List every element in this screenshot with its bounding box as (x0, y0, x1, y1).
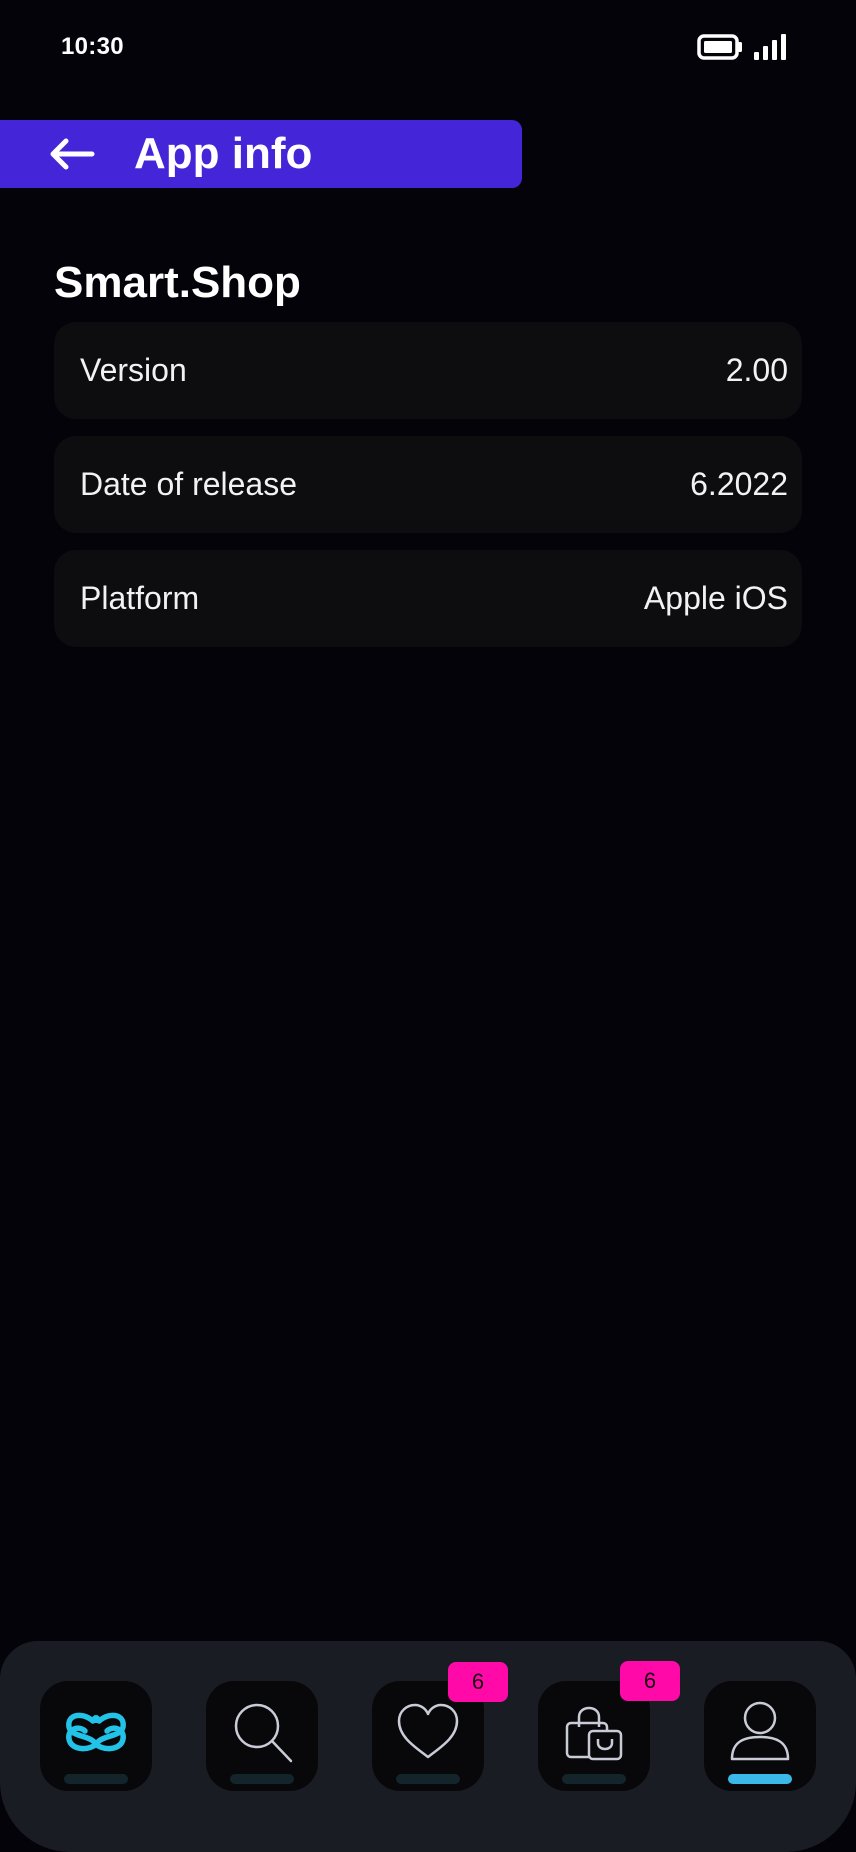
nav-indicator (64, 1774, 128, 1784)
nav-item-profile[interactable] (704, 1681, 816, 1791)
info-label: Version (80, 352, 187, 388)
nav-indicator (562, 1774, 626, 1784)
status-bar: 10:30 (0, 0, 856, 96)
info-label: Date of release (80, 466, 298, 502)
nav-indicator-active (728, 1774, 792, 1784)
brand-logo-icon (66, 1712, 126, 1752)
info-list: Version 2.00 Date of release 6.2022 Plat… (54, 322, 802, 664)
info-value: 2.00 (725, 352, 788, 388)
info-row-platform: Platform Apple iOS (54, 550, 802, 647)
arrow-left-icon (50, 138, 95, 170)
favorites-count-badge: 6 (448, 1662, 508, 1702)
back-button[interactable] (44, 128, 100, 180)
page-title: App info (134, 129, 313, 178)
header-bar: App info (0, 120, 522, 188)
bottom-nav: 6 6 (0, 1641, 856, 1852)
battery-icon (697, 34, 742, 60)
cart-count-badge: 6 (620, 1661, 680, 1701)
status-time: 10:30 (61, 33, 124, 60)
signal-icon (754, 34, 786, 60)
info-label: Platform (80, 580, 200, 616)
heart-icon (397, 1703, 459, 1759)
info-value: Apple iOS (643, 580, 788, 616)
nav-item-home[interactable] (40, 1681, 152, 1791)
info-row-release-date: Date of release 6.2022 (54, 436, 802, 533)
nav-indicator (396, 1774, 460, 1784)
info-row-version: Version 2.00 (54, 322, 802, 419)
nav-item-search[interactable] (206, 1681, 318, 1791)
shopping-bag-icon (565, 1706, 623, 1761)
info-value: 6.2022 (690, 466, 788, 502)
user-icon (730, 1701, 790, 1761)
nav-indicator (230, 1774, 294, 1784)
app-name-heading: Smart.Shop (54, 258, 301, 307)
search-icon (234, 1703, 293, 1763)
